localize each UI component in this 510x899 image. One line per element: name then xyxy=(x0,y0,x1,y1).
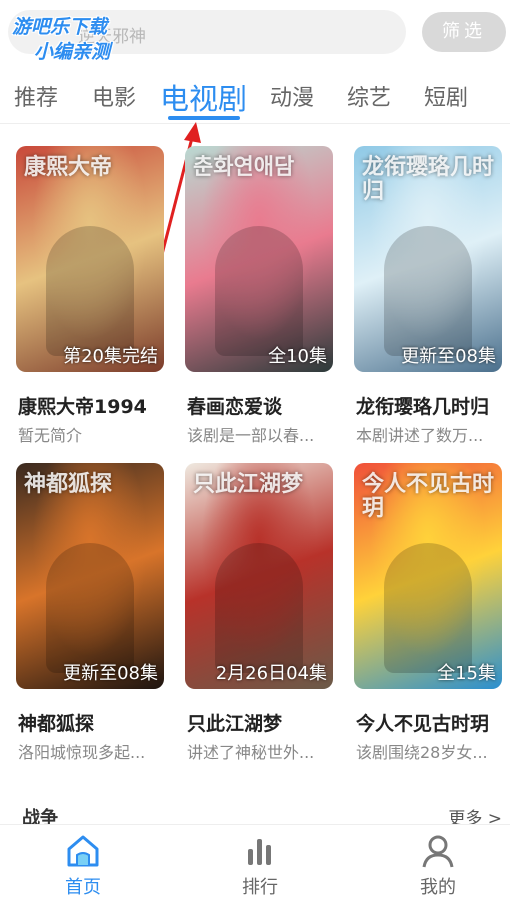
card-description: 本剧讲述了数万... xyxy=(356,426,484,445)
card-description: 该剧是一部以春... xyxy=(187,426,315,445)
card-title[interactable]: 神都狐探 xyxy=(18,709,94,736)
poster-figure xyxy=(384,226,472,356)
poster-title-art: 龙衔璎珞几时归 xyxy=(362,155,495,205)
poster-image[interactable]: 龙衔璎珞几时归更新至08集 xyxy=(354,146,502,372)
home-icon xyxy=(67,835,99,867)
nav-profile[interactable]: 我的 xyxy=(393,833,483,899)
episode-badge: 更新至08集 xyxy=(63,663,158,684)
bottom-nav: 首页 排行 我的 xyxy=(0,824,510,899)
poster-image[interactable]: 只此江湖梦 2月26日04集 xyxy=(185,463,333,689)
nav-home-label: 首页 xyxy=(65,877,101,898)
card-description: 洛阳城惊现多起... xyxy=(18,743,146,762)
card-description: 该剧围绕28岁女... xyxy=(356,743,488,762)
card-description: 暂无简介 xyxy=(18,426,83,445)
poster-title-art: 只此江湖梦 xyxy=(193,472,304,497)
nav-profile-label: 我的 xyxy=(420,877,456,898)
profile-icon xyxy=(422,835,454,868)
nav-ranking[interactable]: 排行 xyxy=(215,833,305,899)
episode-badge: 全15集 xyxy=(437,663,496,684)
poster-figure xyxy=(215,226,303,356)
card-description: 讲述了神秘世外... xyxy=(187,743,315,762)
card-title[interactable]: 春画恋爱谈 xyxy=(187,392,282,419)
card-title[interactable]: 今人不见古时玥 xyxy=(356,709,489,736)
card-title[interactable]: 龙衔璎珞几时归 xyxy=(356,392,489,419)
poster-image[interactable]: 今人不见古时玥全15集 xyxy=(354,463,502,689)
poster-figure xyxy=(46,543,134,673)
poster-title-art: 康熙大帝 xyxy=(24,155,113,180)
poster-image[interactable]: 춘화연애담 全10集 xyxy=(185,146,333,372)
nav-ranking-label: 排行 xyxy=(242,877,278,898)
poster-title-art: 今人不见古时玥 xyxy=(362,472,495,522)
episode-badge: 2月26日04集 xyxy=(215,663,327,684)
poster-figure xyxy=(46,226,134,356)
card-title[interactable]: 康熙大帝1994 xyxy=(18,392,147,419)
poster-title-art: 춘화연애담 xyxy=(193,155,295,180)
poster-figure xyxy=(215,543,303,673)
poster-figure xyxy=(384,543,472,673)
episode-badge: 第20集完结 xyxy=(63,346,158,367)
card-title[interactable]: 只此江湖梦 xyxy=(187,709,282,736)
poster-image[interactable]: 神都狐探更新至08集 xyxy=(16,463,164,689)
nav-home[interactable]: 首页 xyxy=(38,833,128,899)
poster-title-art: 神都狐探 xyxy=(24,472,113,497)
ranking-icon xyxy=(248,839,271,865)
poster-image[interactable]: 康熙大帝第20集完结 xyxy=(16,146,164,372)
episode-badge: 全10集 xyxy=(268,346,327,367)
episode-badge: 更新至08集 xyxy=(401,346,496,367)
